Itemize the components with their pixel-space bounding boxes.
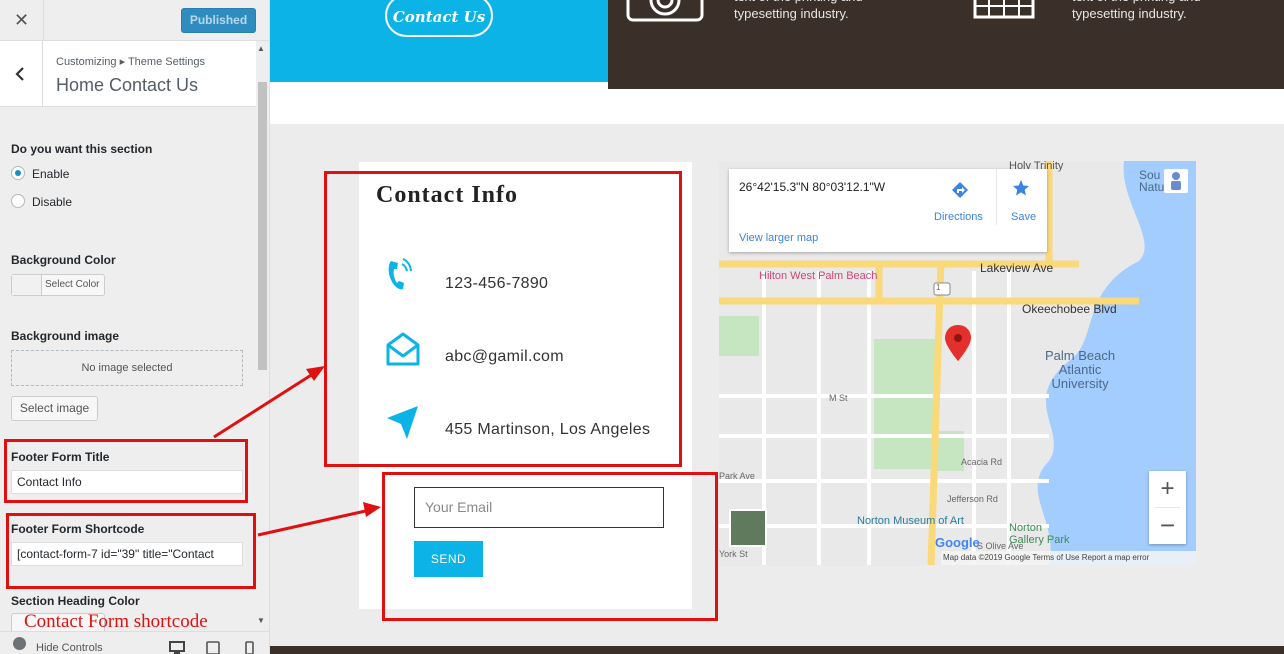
annotation-arrows xyxy=(213,366,381,537)
annotation-label: Contact Form shortcode xyxy=(24,611,208,632)
